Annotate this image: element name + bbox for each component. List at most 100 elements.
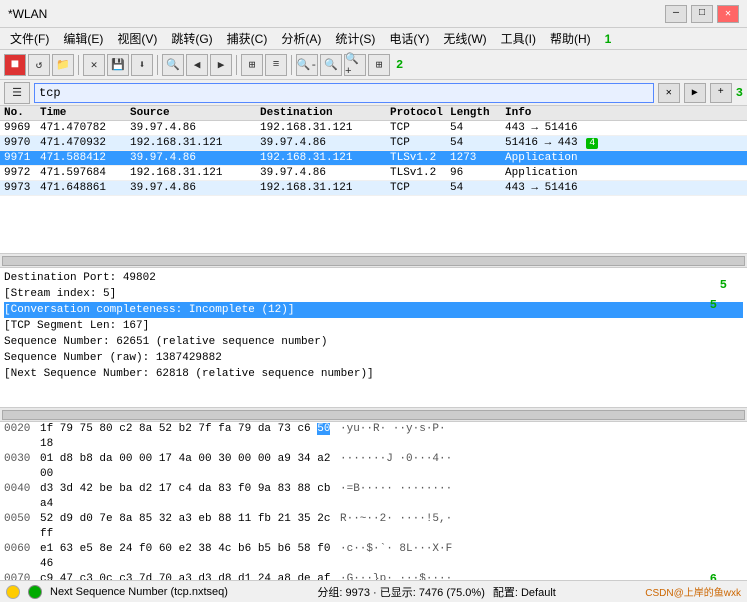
hex-offset: 0060 <box>4 542 40 572</box>
cell-src: 39.97.4.86 <box>130 122 260 134</box>
filter-apply-button[interactable]: ▶ <box>684 83 706 103</box>
cell-proto: TCP <box>390 137 450 149</box>
cell-time: 471.470782 <box>40 122 130 134</box>
tb-filter-button[interactable]: ⊞ <box>241 54 263 76</box>
hex-byte-highlighted: 50 <box>317 423 330 435</box>
hex-row: 0060 e1 63 e5 8e 24 f0 60 e2 38 4c b6 b5… <box>0 542 747 572</box>
hscroll-bar-2[interactable] <box>2 410 745 420</box>
hex-ascii: ·c··$·`· 8L···X·F <box>340 542 743 572</box>
detail-line[interactable]: [Next Sequence Number: 62818 (relative s… <box>4 366 743 382</box>
filter-bookmark-button[interactable]: ☰ <box>4 82 30 104</box>
menu-phone[interactable]: 电话(Y) <box>383 28 435 49</box>
tb-sep-2 <box>157 55 158 75</box>
status-ready-icon <box>28 585 42 599</box>
tb-zoom-norm-button[interactable]: 🔍 <box>320 54 342 76</box>
cell-dst: 39.97.4.86 <box>260 137 390 149</box>
cell-len: 54 <box>450 182 505 194</box>
hex-row: 0020 1f 79 75 80 c2 8a 52 b2 7f fa 79 da… <box>0 422 747 452</box>
tb-filter2-button[interactable]: ≡ <box>265 54 287 76</box>
table-row[interactable]: 9970 471.470932 192.168.31.121 39.97.4.8… <box>0 136 747 151</box>
tb-fwd-button[interactable]: ▶ <box>210 54 232 76</box>
tb-export-button[interactable]: ⬇ <box>131 54 153 76</box>
tb-restart-button[interactable]: ↺ <box>28 54 50 76</box>
status-bar: Next Sequence Number (tcp.nxtseq) 分组: 99… <box>0 580 747 602</box>
col-header-no: No. <box>0 107 40 119</box>
menu-analyze[interactable]: 分析(A) <box>275 28 327 49</box>
tb-stop-button[interactable]: ■ <box>4 54 26 76</box>
menu-tools[interactable]: 工具(I) <box>495 28 542 49</box>
detail-line[interactable]: Sequence Number: 62651 (relative sequenc… <box>4 334 743 350</box>
menu-file[interactable]: 文件(F) <box>4 28 55 49</box>
tb-open-button[interactable]: 📁 <box>52 54 74 76</box>
toolbar: ■ ↺ 📁 ✕ 💾 ⬇ 🔍 ◀ ▶ ⊞ ≡ 🔍- 🔍 🔍+ ⊞ 2 <box>0 50 747 80</box>
cell-info: 443 → 51416 <box>505 122 747 134</box>
menu-capture[interactable]: 捕获(C) <box>221 28 274 49</box>
hex-ascii: ·yu··R· ··y·s·P· <box>340 422 743 452</box>
cell-proto: TCP <box>390 182 450 194</box>
detail-line[interactable]: [TCP Segment Len: 167] <box>4 318 743 334</box>
detail-line[interactable]: Destination Port: 49802 <box>4 270 743 286</box>
filter-clear-button[interactable]: ✕ <box>658 83 680 103</box>
toolbar-label-2: 2 <box>396 58 403 72</box>
table-row[interactable]: 9971 471.588412 39.97.4.86 192.168.31.12… <box>0 151 747 166</box>
hex-ascii: R··~··2· ····!5,· <box>340 512 743 542</box>
filter-label-3: 3 <box>736 86 743 100</box>
cell-len: 1273 <box>450 152 505 164</box>
tb-zoom-out-button[interactable]: 🔍- <box>296 54 318 76</box>
table-row[interactable]: 9973 471.648861 39.97.4.86 192.168.31.12… <box>0 181 747 196</box>
cell-src: 39.97.4.86 <box>130 182 260 194</box>
menu-edit[interactable]: 编辑(E) <box>57 28 109 49</box>
cell-src: 192.168.31.121 <box>130 137 260 149</box>
filter-add-button[interactable]: + <box>710 83 732 103</box>
watermark-text: CSDN@上岸的鱼wxk <box>645 584 741 599</box>
filter-input[interactable] <box>34 83 654 103</box>
menu-help[interactable]: 帮助(H) <box>544 28 597 49</box>
minimize-button[interactable]: — <box>665 5 687 23</box>
cell-no: 9971 <box>0 152 40 164</box>
cell-proto: TLSv1.2 <box>390 167 450 179</box>
tb-save-button[interactable]: 💾 <box>107 54 129 76</box>
packet-list-header: No. Time Source Destination Protocol Len… <box>0 106 747 121</box>
cell-time: 471.597684 <box>40 167 130 179</box>
hex-bytes: d3 3d 42 be ba d2 17 c4 da 83 f0 9a 83 8… <box>40 482 340 512</box>
tb-layout-button[interactable]: ⊞ <box>368 54 390 76</box>
cell-info: Application <box>505 167 747 179</box>
status-group-text: 分组: 9973 · 已显示: 7476 (75.0%) <box>317 584 485 600</box>
tb-search-button[interactable]: 🔍 <box>162 54 184 76</box>
hex-dump[interactable]: 0020 1f 79 75 80 c2 8a 52 b2 7f fa 79 da… <box>0 422 747 580</box>
hex-bytes: 52 d9 d0 7e 8a 85 32 a3 eb 88 11 fb 21 3… <box>40 512 340 542</box>
menu-wireless[interactable]: 无线(W) <box>437 28 492 49</box>
cell-len: 54 <box>450 122 505 134</box>
table-row[interactable]: 9972 471.597684 192.168.31.121 39.97.4.8… <box>0 166 747 181</box>
hscroll-bar-1[interactable] <box>2 256 745 266</box>
hex-row: 0040 d3 3d 42 be ba d2 17 c4 da 83 f0 9a… <box>0 482 747 512</box>
packet-list[interactable]: No. Time Source Destination Protocol Len… <box>0 106 747 254</box>
maximize-button[interactable]: □ <box>691 5 713 23</box>
hex-ascii: ·=B····· ········ <box>340 482 743 512</box>
cell-proto: TCP <box>390 122 450 134</box>
packet-details-hscroll[interactable] <box>0 408 747 422</box>
cell-len: 96 <box>450 167 505 179</box>
menu-view[interactable]: 视图(V) <box>111 28 163 49</box>
cell-time: 471.470932 <box>40 137 130 149</box>
col-header-protocol: Protocol <box>390 107 450 119</box>
packet-details[interactable]: 5 Destination Port: 49802[Stream index: … <box>0 268 747 408</box>
close-button[interactable]: ✕ <box>717 5 739 23</box>
hex-ascii: ·G···}p· ···$···· <box>340 572 743 580</box>
tb-zoom-in-button[interactable]: 🔍+ <box>344 54 366 76</box>
menu-stats[interactable]: 统计(S) <box>329 28 381 49</box>
tb-back-button[interactable]: ◀ <box>186 54 208 76</box>
detail-line[interactable]: [Conversation completeness: Incomplete (… <box>4 302 743 318</box>
hex-bytes: 1f 79 75 80 c2 8a 52 b2 7f fa 79 da 73 c… <box>40 422 340 452</box>
detail-line[interactable]: Sequence Number (raw): 1387429882 <box>4 350 743 366</box>
packet-list-hscroll[interactable] <box>0 254 747 268</box>
cell-info: 51416 → 443 4 <box>505 137 747 149</box>
cell-dst: 39.97.4.86 <box>260 167 390 179</box>
table-row[interactable]: 9969 471.470782 39.97.4.86 192.168.31.12… <box>0 121 747 136</box>
tb-close-button[interactable]: ✕ <box>83 54 105 76</box>
hex-bytes: c9 47 c3 0c c3 7d 70 a3 d3 d8 d1 24 a8 d… <box>40 572 340 580</box>
menu-goto[interactable]: 跳转(G) <box>165 28 218 49</box>
cell-time: 471.648861 <box>40 182 130 194</box>
detail-line[interactable]: [Stream index: 5] <box>4 286 743 302</box>
cell-dst: 192.168.31.121 <box>260 122 390 134</box>
